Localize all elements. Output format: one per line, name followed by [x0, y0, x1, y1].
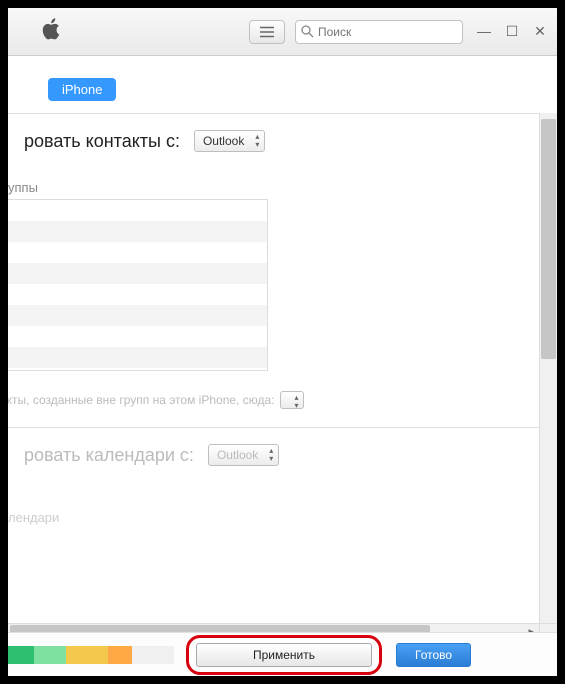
content-area: ровать контакты с: Outlook ▴▾ уппы нтакт… [8, 113, 557, 641]
apple-logo-icon [42, 17, 62, 46]
calendars-source-select[interactable]: Outlook ▴▾ [208, 444, 279, 466]
storage-seg [108, 646, 132, 664]
scrollbar-thumb[interactable] [541, 119, 556, 359]
storage-seg [132, 646, 174, 664]
search-icon [301, 25, 314, 38]
sync-contacts-label: ровать контакты с: [24, 131, 180, 152]
storage-seg [8, 646, 34, 664]
titlebar: — ☐ ✕ [8, 8, 557, 56]
updown-icon: ▴▾ [294, 394, 298, 410]
outside-groups-text: нтакты, созданные вне групп на этом iPho… [8, 393, 274, 407]
search-input[interactable] [295, 20, 463, 44]
list-item [8, 263, 267, 284]
maximize-button[interactable]: ☐ [505, 23, 519, 40]
calendars-sub-label: лендари [8, 510, 539, 525]
list-item [8, 221, 267, 242]
list-item [8, 200, 267, 221]
outside-groups-select[interactable]: ▴▾ [280, 391, 304, 409]
select-value: Outlook [203, 134, 244, 148]
sync-calendars-label: ровать календари с: [24, 445, 194, 466]
storage-seg [66, 646, 108, 664]
groups-listbox[interactable] [8, 199, 268, 371]
close-button[interactable]: ✕ [533, 23, 547, 40]
list-item [8, 326, 267, 347]
storage-usage-bar [8, 646, 174, 664]
apply-highlight: Применить [196, 643, 372, 667]
done-button[interactable]: Готово [396, 643, 471, 667]
list-item [8, 305, 267, 326]
list-item [8, 242, 267, 263]
select-value: Outlook [217, 448, 258, 462]
sync-contacts-row: ровать контакты с: Outlook ▴▾ [8, 113, 539, 156]
apply-button[interactable]: Применить [196, 643, 372, 667]
contacts-source-select[interactable]: Outlook ▴▾ [194, 130, 265, 152]
window-controls: — ☐ ✕ [477, 23, 547, 40]
scroll-content: ровать контакты с: Outlook ▴▾ уппы нтакт… [8, 113, 539, 641]
list-item [8, 284, 267, 305]
sync-calendars-row: ровать календари с: Outlook ▴▾ [8, 427, 539, 470]
updown-icon: ▴▾ [255, 133, 259, 149]
tab-iphone[interactable]: iPhone [48, 78, 116, 101]
list-view-button[interactable] [249, 20, 285, 44]
search-field-wrap [295, 20, 463, 44]
list-icon [260, 26, 274, 38]
vertical-scrollbar[interactable] [539, 113, 557, 623]
footer-bar: Применить Готово [8, 632, 557, 676]
device-tabs: iPhone [8, 56, 557, 113]
storage-seg [34, 646, 66, 664]
list-item [8, 347, 267, 368]
groups-label: уппы [8, 180, 539, 195]
outside-groups-note: нтакты, созданные вне групп на этом iPho… [8, 371, 539, 427]
itunes-window: — ☐ ✕ iPhone ровать контакты с: Outlook … [8, 8, 557, 676]
minimize-button[interactable]: — [477, 23, 491, 40]
updown-icon: ▴▾ [269, 447, 273, 463]
